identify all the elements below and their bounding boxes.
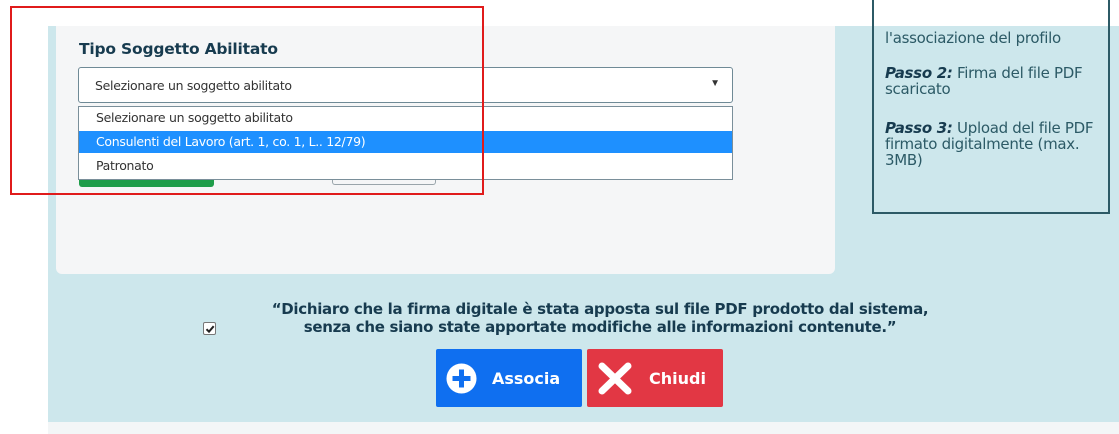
associa-button[interactable]: Associa [436,349,582,407]
page-footer-strip [48,422,1119,434]
annotation-highlight-box [10,6,484,195]
chiudi-button-label: Chiudi [649,369,706,388]
associa-button-label: Associa [492,369,561,388]
steps-info-box: l'associazione del profilo Passo 2: Firm… [872,0,1110,214]
declaration-line-2: senza che siano state apportate modifich… [303,318,897,336]
chevron-down-icon: ▼ [710,78,720,89]
close-x-icon [596,362,634,399]
step3-text: Passo 3: Upload del file PDF firmato dig… [885,120,1095,168]
checkmark-icon [205,325,214,333]
step1-text: l'associazione del profilo [885,29,1061,47]
chiudi-button[interactable]: Chiudi [587,349,723,407]
plus-circle-icon [445,362,478,399]
step2-text: Passo 2: Firma del file PDF scaricato [885,65,1105,97]
declaration-line-1: “Dichiaro che la firma digitale è stata … [271,300,929,318]
declaration-text: “Dichiaro che la firma digitale è stata … [215,300,985,336]
